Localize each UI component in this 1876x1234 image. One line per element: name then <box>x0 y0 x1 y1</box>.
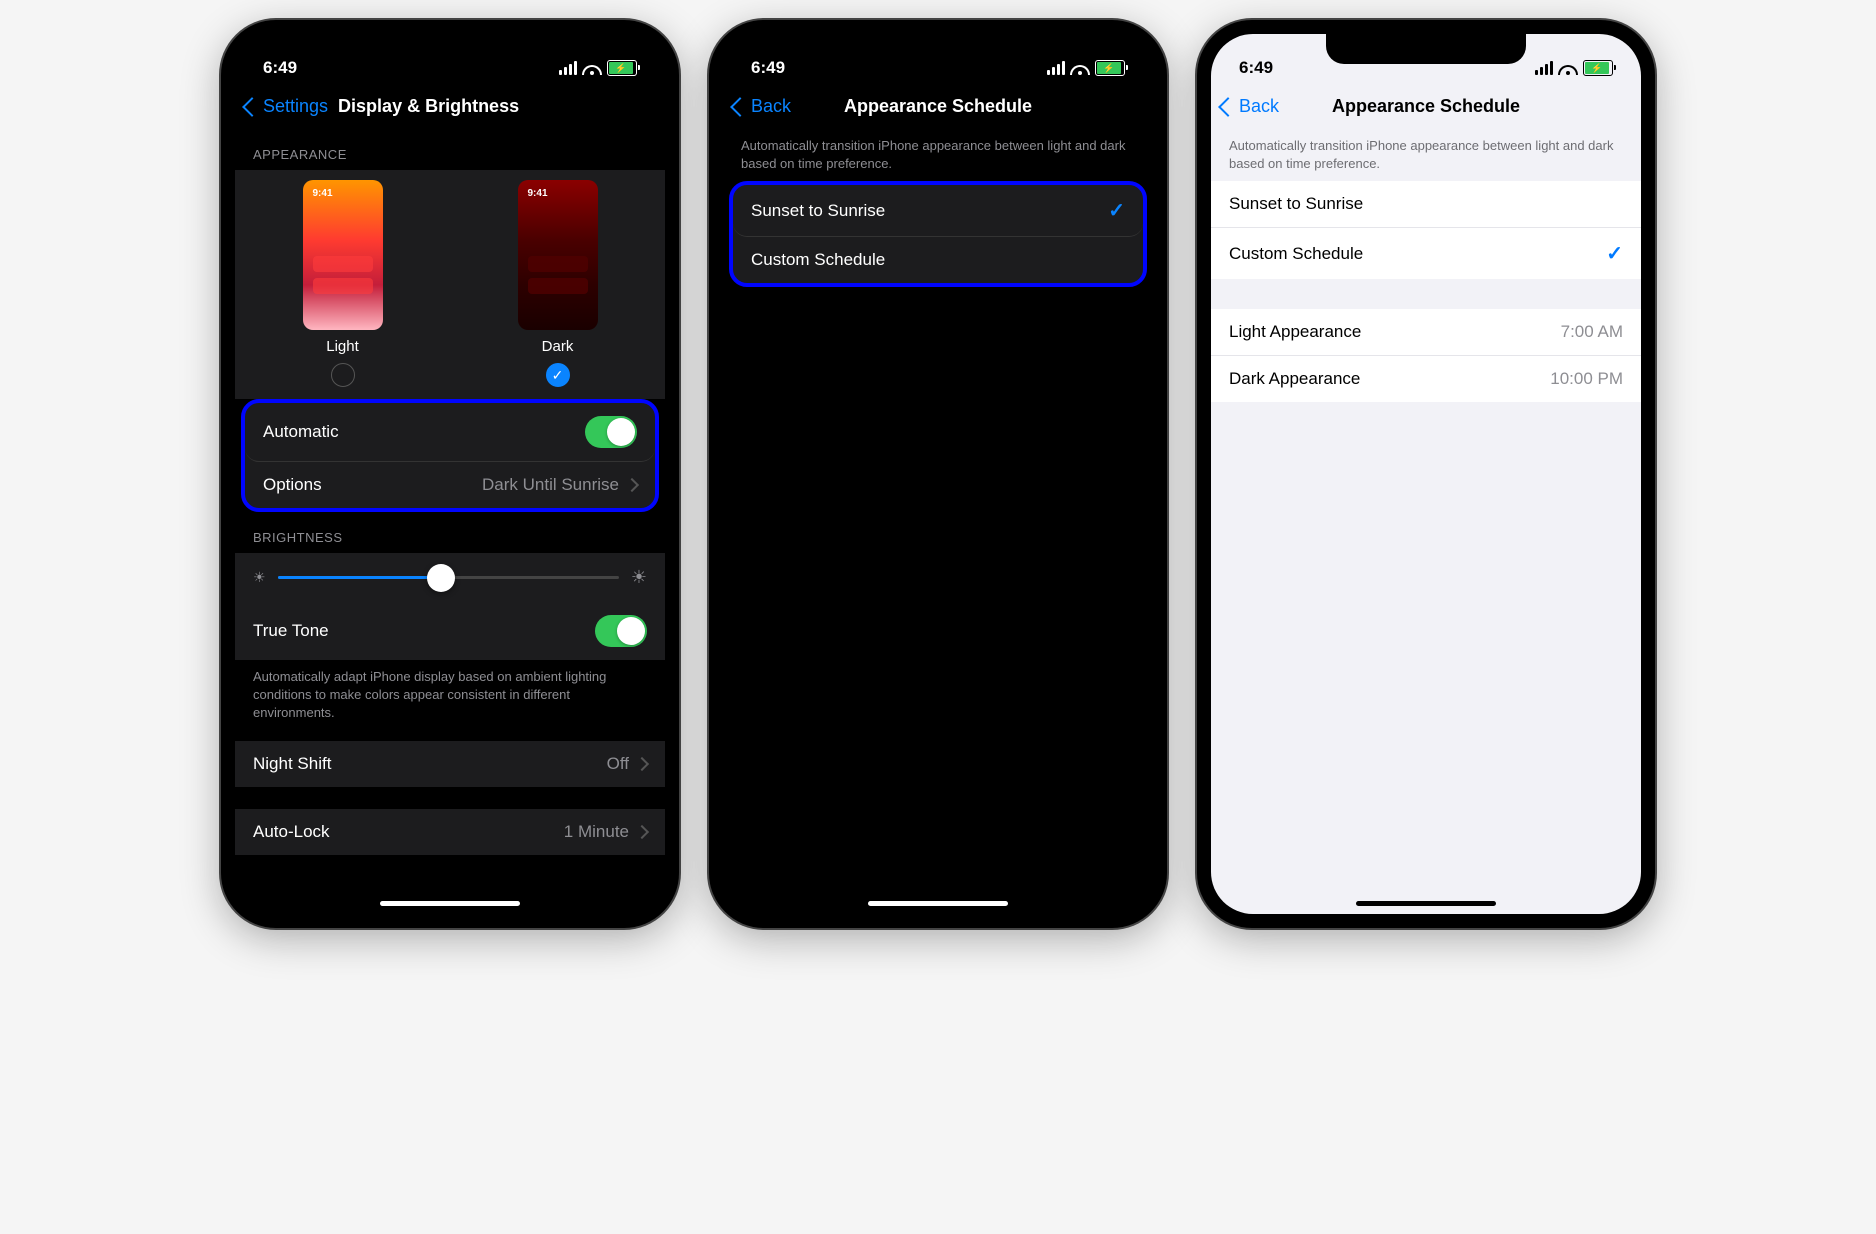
screen-appearance-schedule-light: 6:49 Back Appearance Schedule Automatica… <box>1211 34 1641 914</box>
home-indicator[interactable] <box>1356 901 1496 906</box>
automatic-row[interactable]: Automatic <box>245 403 655 462</box>
chevron-left-icon <box>242 97 262 117</box>
home-indicator[interactable] <box>380 901 520 906</box>
status-time: 6:49 <box>1239 58 1273 78</box>
appearance-option-dark[interactable]: 9:41 Dark ✓ <box>518 180 598 387</box>
appearance-group: 9:41 Light 9:41 Dark ✓ <box>235 170 665 399</box>
signal-icon <box>1047 61 1065 75</box>
slider-thumb[interactable] <box>427 564 455 592</box>
phone-1: 6:49 Settings Display & Brightness APPEA… <box>221 20 679 928</box>
signal-icon <box>1535 61 1553 75</box>
autolock-label: Auto-Lock <box>253 822 330 842</box>
wifi-icon <box>1071 62 1089 75</box>
status-time: 6:49 <box>263 58 297 78</box>
checkmark-icon: ✓ <box>1606 241 1623 266</box>
dark-appearance-label: Dark Appearance <box>1229 369 1360 389</box>
nightshift-value: Off <box>607 754 629 774</box>
signal-icon <box>559 61 577 75</box>
notch <box>1326 34 1526 64</box>
options-row[interactable]: Options Dark Until Sunrise <box>245 462 655 508</box>
brightness-header: BRIGHTNESS <box>235 512 665 553</box>
page-title: Appearance Schedule <box>1332 96 1520 117</box>
chevron-right-icon <box>625 478 639 492</box>
chevron-left-icon <box>1218 97 1238 117</box>
custom-schedule-row[interactable]: Custom Schedule <box>733 237 1143 283</box>
wifi-icon <box>1559 62 1577 75</box>
nav-bar: Back Appearance Schedule <box>1211 88 1641 129</box>
back-label: Back <box>751 96 791 117</box>
schedule-options-highlight: Sunset to Sunrise ✓ Custom Schedule <box>729 181 1147 287</box>
custom-schedule-row[interactable]: Custom Schedule ✓ <box>1211 228 1641 279</box>
back-button[interactable]: Back <box>1221 96 1279 117</box>
custom-times-group: Light Appearance 7:00 AM Dark Appearance… <box>1211 309 1641 402</box>
battery-icon <box>1095 60 1125 76</box>
back-label: Back <box>1239 96 1279 117</box>
light-preview: 9:41 <box>303 180 383 330</box>
notch <box>838 34 1038 64</box>
sunset-sunrise-row[interactable]: Sunset to Sunrise ✓ <box>733 185 1143 237</box>
screen-appearance-schedule-dark: 6:49 Back Appearance Schedule Automatica… <box>723 34 1153 914</box>
checkmark-icon: ✓ <box>1108 198 1125 223</box>
dark-appearance-row[interactable]: Dark Appearance 10:00 PM <box>1211 356 1641 402</box>
battery-icon <box>607 60 637 76</box>
phone-3: 6:49 Back Appearance Schedule Automatica… <box>1197 20 1655 928</box>
chevron-right-icon <box>635 824 649 838</box>
sun-large-icon: ☀ <box>631 567 647 588</box>
truetone-row[interactable]: True Tone <box>235 602 665 660</box>
truetone-toggle[interactable] <box>595 615 647 647</box>
light-appearance-row[interactable]: Light Appearance 7:00 AM <box>1211 309 1641 356</box>
custom-schedule-label: Custom Schedule <box>751 250 885 270</box>
notch <box>350 34 550 64</box>
truetone-desc: Automatically adapt iPhone display based… <box>235 660 665 731</box>
autolock-row[interactable]: Auto-Lock 1 Minute <box>235 809 665 855</box>
nightshift-label: Night Shift <box>253 754 331 774</box>
schedule-desc: Automatically transition iPhone appearan… <box>1211 129 1641 181</box>
chevron-right-icon <box>635 756 649 770</box>
dark-appearance-time: 10:00 PM <box>1550 369 1623 389</box>
back-label: Settings <box>263 96 328 117</box>
brightness-slider[interactable] <box>278 576 619 579</box>
back-button[interactable]: Back <box>733 96 791 117</box>
schedule-desc: Automatically transition iPhone appearan… <box>723 129 1153 181</box>
options-value: Dark Until Sunrise <box>482 475 619 495</box>
screen-display-brightness: 6:49 Settings Display & Brightness APPEA… <box>235 34 665 914</box>
automatic-label: Automatic <box>263 422 339 442</box>
sunset-sunrise-row[interactable]: Sunset to Sunrise <box>1211 181 1641 228</box>
nav-bar: Settings Display & Brightness <box>235 88 665 129</box>
sunset-sunrise-label: Sunset to Sunrise <box>751 201 885 221</box>
schedule-options-group: Sunset to Sunrise Custom Schedule ✓ <box>1211 181 1641 279</box>
truetone-label: True Tone <box>253 621 329 641</box>
brightness-slider-row[interactable]: ☀ ☀ <box>235 553 665 602</box>
wifi-icon <box>583 62 601 75</box>
back-button[interactable]: Settings <box>245 96 328 117</box>
appearance-option-light[interactable]: 9:41 Light <box>303 180 383 387</box>
nightshift-row[interactable]: Night Shift Off <box>235 741 665 787</box>
home-indicator[interactable] <box>868 901 1008 906</box>
light-radio[interactable] <box>331 363 355 387</box>
status-time: 6:49 <box>751 58 785 78</box>
page-title: Appearance Schedule <box>844 96 1032 117</box>
options-label: Options <box>263 475 322 495</box>
automatic-highlight: Automatic Options Dark Until Sunrise <box>241 399 659 512</box>
sunset-sunrise-label: Sunset to Sunrise <box>1229 194 1363 214</box>
battery-icon <box>1583 60 1613 76</box>
sun-small-icon: ☀ <box>253 569 266 586</box>
page-title: Display & Brightness <box>338 96 519 117</box>
dark-radio[interactable]: ✓ <box>546 363 570 387</box>
custom-schedule-label: Custom Schedule <box>1229 244 1363 264</box>
appearance-header: APPEARANCE <box>235 129 665 170</box>
autolock-value: 1 Minute <box>564 822 629 842</box>
chevron-left-icon <box>730 97 750 117</box>
dark-preview: 9:41 <box>518 180 598 330</box>
light-appearance-time: 7:00 AM <box>1561 322 1623 342</box>
light-appearance-label: Light Appearance <box>1229 322 1361 342</box>
automatic-toggle[interactable] <box>585 416 637 448</box>
nav-bar: Back Appearance Schedule <box>723 88 1153 129</box>
phone-2: 6:49 Back Appearance Schedule Automatica… <box>709 20 1167 928</box>
